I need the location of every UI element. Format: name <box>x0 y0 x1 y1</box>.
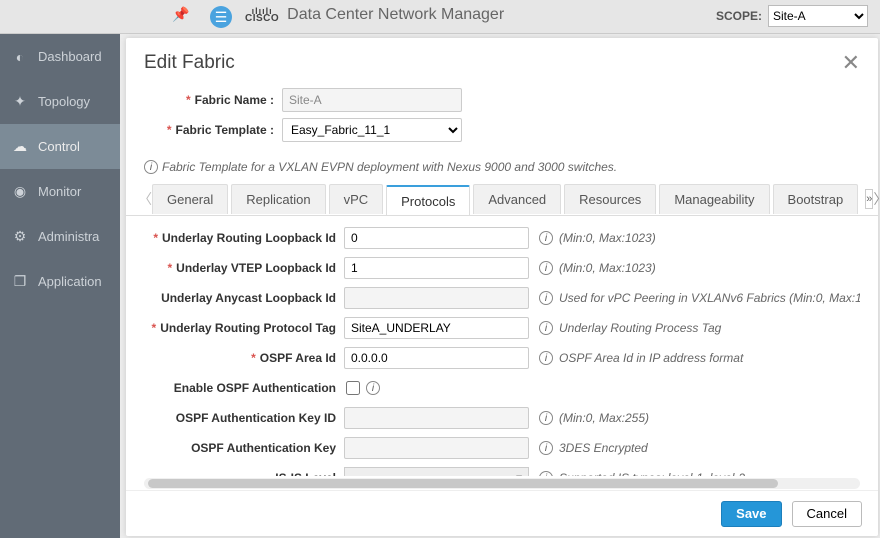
fabric-template-label: Fabric Template : <box>176 123 274 137</box>
save-button[interactable]: Save <box>721 501 781 527</box>
tab-manageability[interactable]: Manageability <box>659 184 769 214</box>
field-label: OSPF Area Id <box>260 351 336 365</box>
isis-level-select: ▼ <box>344 467 529 476</box>
ospf-area-id-input[interactable] <box>344 347 529 369</box>
tab-overflow-button[interactable]: » <box>865 189 873 209</box>
field-label: OSPF Authentication Key <box>191 441 336 455</box>
tab-resources[interactable]: Resources <box>564 184 656 214</box>
tab-protocols[interactable]: Protocols <box>386 185 470 215</box>
tab-advanced[interactable]: Advanced <box>473 184 561 214</box>
underlay-routing-protocol-tag-input[interactable] <box>344 317 529 339</box>
field-hint: Underlay Routing Process Tag <box>559 321 721 335</box>
scope-dropdown[interactable]: Site-A <box>768 5 868 27</box>
protocols-form: *Underlay Routing Loopback Id i(Min:0, M… <box>126 216 878 490</box>
cancel-button[interactable]: Cancel <box>792 501 862 527</box>
field-hint: (Min:0, Max:1023) <box>559 231 656 245</box>
field-hint: (Min:0, Max:255) <box>559 411 649 425</box>
field-hint: OSPF Area Id in IP address format <box>559 351 743 365</box>
tab-bar: 〈 General Replication vPC Protocols Adva… <box>126 182 878 216</box>
field-hint: Supported IS types: level-1, level-2 <box>559 471 745 476</box>
enable-ospf-auth-checkbox[interactable] <box>346 381 360 395</box>
info-icon[interactable]: i <box>366 381 380 395</box>
info-icon[interactable]: i <box>539 291 553 305</box>
tab-vpc[interactable]: vPC <box>329 184 384 214</box>
horizontal-scrollbar[interactable] <box>144 478 860 489</box>
info-icon: i <box>144 160 158 174</box>
underlay-routing-loopback-id-input[interactable] <box>344 227 529 249</box>
tab-replication[interactable]: Replication <box>231 184 325 214</box>
scope-selector: SCOPE: Site-A <box>716 5 868 27</box>
tab-bootstrap[interactable]: Bootstrap <box>773 184 859 214</box>
edit-fabric-modal: Edit Fabric ✕ *Fabric Name : *Fabric Tem… <box>126 38 878 536</box>
ospf-auth-key-id-input <box>344 407 529 429</box>
field-label: Underlay Routing Loopback Id <box>162 231 336 245</box>
fabric-name-label: Fabric Name : <box>195 93 274 107</box>
fabric-name-input <box>282 88 462 112</box>
ospf-auth-key-input <box>344 437 529 459</box>
field-label: OSPF Authentication Key ID <box>176 411 336 425</box>
info-icon[interactable]: i <box>539 441 553 455</box>
scope-label: SCOPE: <box>716 9 762 23</box>
cisco-logo: ılıılıCISCO <box>245 8 279 21</box>
tab-general[interactable]: General <box>152 184 228 214</box>
app-title: Data Center Network Manager <box>287 6 504 24</box>
tab-scroll-right-icon[interactable]: 〉 <box>873 189 880 209</box>
info-icon[interactable]: i <box>539 411 553 425</box>
fabric-template-select[interactable]: Easy_Fabric_11_1 <box>282 118 462 142</box>
app-topbar: 📌 ☰ ılıılıCISCO Data Center Network Mana… <box>0 0 880 34</box>
tab-scroll-left-icon[interactable]: 〈 <box>138 189 152 209</box>
field-hint: Used for vPC Peering in VXLANv6 Fabrics … <box>559 291 860 305</box>
field-label: Underlay Routing Protocol Tag <box>160 321 336 335</box>
brand: ılıılıCISCO Data Center Network Manager <box>245 6 504 24</box>
modal-title: Edit Fabric <box>144 52 235 74</box>
info-icon[interactable]: i <box>539 321 553 335</box>
underlay-vtep-loopback-id-input[interactable] <box>344 257 529 279</box>
info-icon[interactable]: i <box>539 471 553 476</box>
field-hint: 3DES Encrypted <box>559 441 648 455</box>
modal-footer: Save Cancel <box>126 490 878 536</box>
info-icon[interactable]: i <box>539 261 553 275</box>
field-label: Underlay Anycast Loopback Id <box>161 291 336 305</box>
template-hint: Fabric Template for a VXLAN EVPN deploym… <box>162 160 617 174</box>
pin-icon[interactable]: 📌 <box>172 6 189 23</box>
info-icon[interactable]: i <box>539 231 553 245</box>
field-label: Underlay VTEP Loopback Id <box>176 261 336 275</box>
fabric-header-form: *Fabric Name : *Fabric Template : Easy_F… <box>126 80 878 158</box>
close-icon[interactable]: ✕ <box>842 52 860 74</box>
field-label: IS-IS Level <box>275 471 336 476</box>
field-label: Enable OSPF Authentication <box>174 381 336 395</box>
field-hint: (Min:0, Max:1023) <box>559 261 656 275</box>
menu-toggle-button[interactable]: ☰ <box>210 6 232 28</box>
underlay-anycast-loopback-id-input <box>344 287 529 309</box>
info-icon[interactable]: i <box>539 351 553 365</box>
